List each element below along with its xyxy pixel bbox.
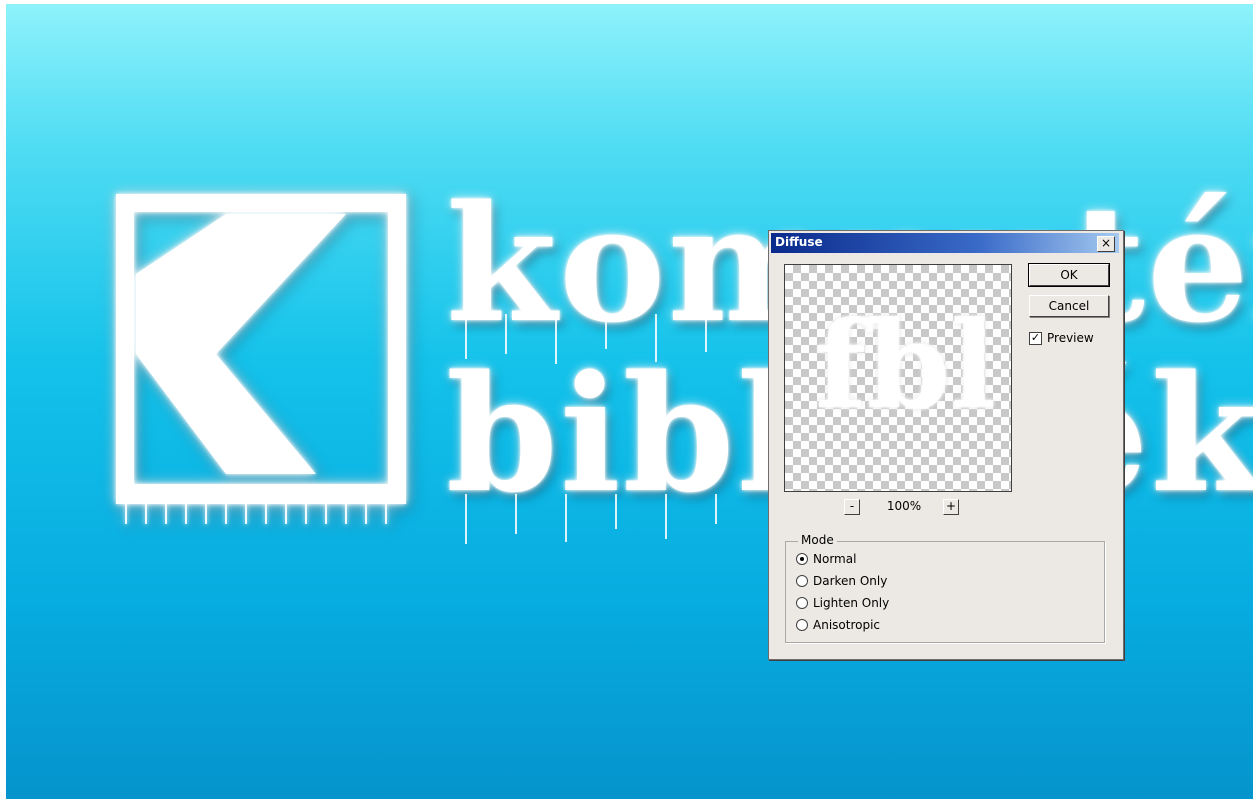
mode-option-anisotropic[interactable]: Anisotropic (796, 618, 880, 632)
radio-icon[interactable] (796, 619, 808, 631)
preview-sample-text: fbl (815, 295, 997, 436)
mode-option-lighten-only[interactable]: Lighten Only (796, 596, 889, 610)
close-button[interactable]: × (1097, 236, 1115, 252)
cancel-button[interactable]: Cancel (1029, 295, 1109, 317)
mode-option-label: Lighten Only (813, 596, 890, 610)
preview-checkbox-label: Preview (1047, 331, 1094, 345)
zoom-out-button[interactable]: - (844, 499, 860, 515)
dialog-title: Diffuse (775, 235, 823, 249)
preview-checkbox-row[interactable]: ✓ Preview (1029, 331, 1094, 345)
dialog-titlebar[interactable]: Diffuse × (771, 233, 1119, 253)
mode-option-label: Normal (813, 552, 857, 566)
mode-group: Mode Normal Darken Only Lighten Only Ani… (785, 533, 1105, 643)
mode-option-label: Anisotropic (813, 618, 881, 632)
diffuse-dialog: Diffuse × fbl - 100% + OK Cancel ✓ Previ… (768, 230, 1124, 660)
mode-option-darken-only[interactable]: Darken Only (796, 574, 887, 588)
ok-button[interactable]: OK (1028, 263, 1110, 287)
preview-pane[interactable]: fbl (784, 264, 1012, 492)
radio-icon[interactable] (796, 575, 808, 587)
zoom-level-label: 100% (886, 499, 922, 513)
image-canvas: komputér bibliotéka Diffuse × fbl - 100%… (6, 4, 1253, 799)
radio-icon[interactable] (796, 597, 808, 609)
logo-mark-icon (116, 194, 406, 524)
zoom-in-button[interactable]: + (943, 499, 959, 515)
mode-option-normal[interactable]: Normal (796, 552, 856, 566)
mode-option-label: Darken Only (813, 574, 888, 588)
preview-checkbox[interactable]: ✓ (1029, 331, 1042, 345)
radio-icon[interactable] (796, 553, 808, 565)
mode-legend: Mode (798, 533, 837, 547)
